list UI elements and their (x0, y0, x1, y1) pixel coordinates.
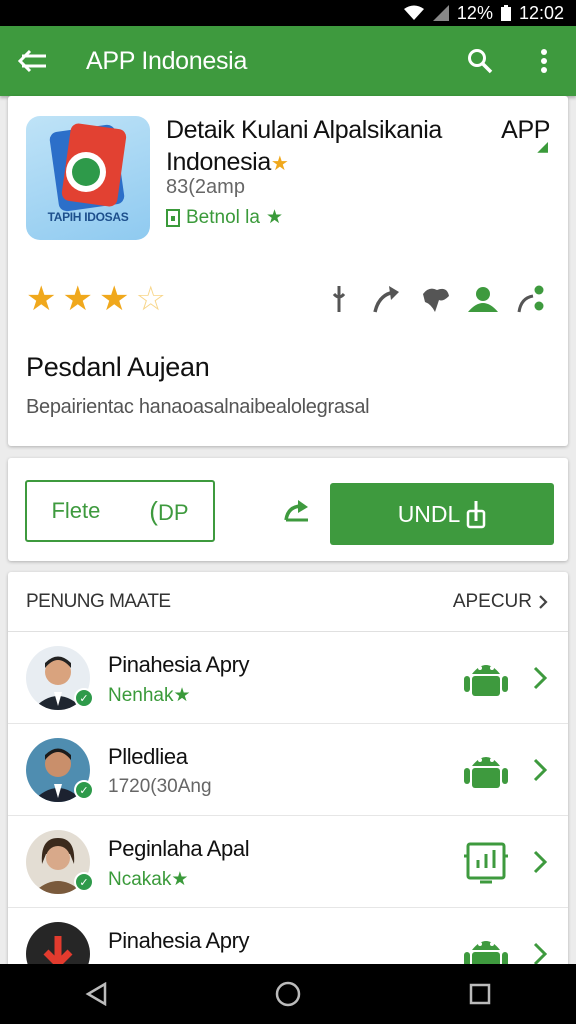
list-item-subtitle: Ncakak★ (108, 868, 188, 891)
app-bar-title: APP Indonesia (86, 46, 248, 75)
see-more-link[interactable]: APECUR (453, 591, 548, 613)
share-nodes-button[interactable] (514, 282, 548, 316)
tuning-fork-button[interactable] (322, 282, 356, 316)
list-item-subtitle: Nenhak★ (108, 684, 191, 707)
secondary-action-button[interactable]: Flete (DP (25, 480, 215, 542)
secondary-action-icon: (DP (149, 495, 189, 526)
share-nodes-icon (517, 285, 544, 313)
map-shape-icon (423, 288, 449, 312)
list-item-title: Pinahesia Apry (108, 652, 250, 677)
action-card: Flete (DP UNDL (8, 458, 568, 561)
subtitle-star-icon: ★ (173, 685, 191, 706)
list-item-subtitle-text: Ncakak (108, 869, 172, 890)
nav-recents-button[interactable] (450, 964, 510, 1024)
rating-stars: ★ ★ ★ ☆ (26, 282, 166, 316)
app-title: Detaik Kulani Alpalsikania APP Indonesia… (166, 114, 556, 180)
subtitle-star-icon: ★ (171, 869, 189, 890)
verified-badge-icon: ✓ (74, 780, 94, 800)
list-item-title: Pinahesia Apry (108, 928, 250, 953)
app-bar: APP Indonesia (0, 26, 576, 96)
list-item-title: Plledliea (108, 744, 188, 769)
nav-back-button[interactable] (66, 964, 126, 1024)
star-outline-icon: ☆ (135, 280, 166, 318)
related-list-card: PENUNG MAATE APECUR ✓ Pinahesia Apry Nen… (8, 572, 568, 972)
description-text: Bepairientac hanaoasalnaibealolegrasal (26, 396, 370, 418)
people-button[interactable] (466, 282, 500, 316)
star-icon: ★ (26, 280, 57, 318)
list-item[interactable]: ✓ Pinahesia Apry Nenhak★ (8, 632, 568, 724)
star-icon: ★ (62, 280, 93, 318)
developer-icon (166, 208, 180, 227)
share-arrow-icon (373, 286, 399, 313)
chevron-down-icon[interactable]: ◢ (537, 138, 548, 155)
developer-star-icon: ★ (265, 207, 283, 228)
chart-tablet-icon (464, 842, 508, 884)
battery-icon (500, 5, 511, 21)
list-header: PENUNG MAATE APECUR (8, 572, 568, 632)
wifi-icon (403, 5, 425, 21)
chevron-right-icon (533, 666, 548, 690)
chevron-right-icon (533, 850, 548, 874)
star-icon: ★ (98, 280, 130, 318)
app-detail-card: TAPIH IDOSAS Detaik Kulani Alpalsikania … (8, 96, 568, 446)
refresh-button[interactable] (280, 495, 314, 529)
share-arrow-button[interactable] (370, 282, 404, 316)
avatar: ✓ (26, 738, 94, 802)
back-button[interactable] (0, 26, 66, 96)
avatar: ✓ (26, 830, 94, 894)
more-vert-icon (541, 49, 547, 73)
refresh-icon (284, 500, 308, 522)
system-nav-bar (0, 964, 576, 1024)
back-arrow-icon (18, 49, 46, 73)
more-options-button[interactable] (512, 26, 576, 96)
avatar: ✓ (26, 646, 94, 710)
tuning-fork-icon (332, 286, 346, 312)
signal-icon (432, 5, 449, 21)
search-button[interactable] (448, 26, 512, 96)
search-icon (468, 49, 493, 74)
install-button[interactable]: UNDL (330, 483, 554, 545)
secondary-action-icon-text: DP (157, 499, 189, 525)
title-star-icon: ★ (270, 153, 289, 175)
list-item-subtitle-text: Nenhak (108, 685, 174, 706)
app-meta: 83(2amp (166, 176, 245, 198)
secondary-action-label: Flete (51, 498, 101, 523)
nav-recents-icon (469, 983, 491, 1005)
status-time: 12:02 (518, 2, 564, 23)
status-bar: 12% 12:02 (0, 0, 576, 26)
nav-home-icon (275, 981, 301, 1007)
app-icon-text: TAPIH IDOSAS (47, 210, 129, 224)
app-title-line2: Indonesia (166, 148, 271, 176)
share-actions (322, 282, 548, 316)
list-header-title: PENUNG MAATE (26, 590, 171, 612)
battery-percent: 12% (456, 2, 493, 23)
nav-back-icon (85, 982, 107, 1006)
app-developer[interactable]: Betnol la ★ (166, 206, 283, 229)
chevron-right-icon (533, 758, 548, 782)
map-button[interactable] (418, 282, 452, 316)
app-icon: TAPIH IDOSAS (26, 116, 150, 240)
android-icon (464, 665, 508, 696)
nav-home-button[interactable] (258, 964, 318, 1024)
description-title: Pesdanl Aujean (26, 352, 210, 382)
list-item-title: Peginlaha Apal (108, 836, 250, 861)
verified-badge-icon: ✓ (74, 872, 94, 892)
list-item-subtitle: 1720(30Ang (108, 776, 212, 797)
android-icon (464, 757, 508, 788)
see-more-label: APECUR (452, 590, 532, 612)
install-label: UNDL (397, 500, 461, 527)
developer-name: Betnol la (186, 206, 260, 228)
list-item[interactable]: ✓ Plledliea 1720(30Ang (8, 724, 568, 816)
people-icon (468, 287, 498, 312)
download-icon (467, 501, 486, 529)
verified-badge-icon: ✓ (74, 688, 94, 708)
app-title-line1: Detaik Kulani Alpalsikania (166, 116, 442, 144)
chevron-right-icon (539, 594, 548, 609)
list-item[interactable]: Pinahesia Apry (8, 908, 568, 972)
list-item[interactable]: ✓ Peginlaha Apal Ncakak★ (8, 816, 568, 908)
